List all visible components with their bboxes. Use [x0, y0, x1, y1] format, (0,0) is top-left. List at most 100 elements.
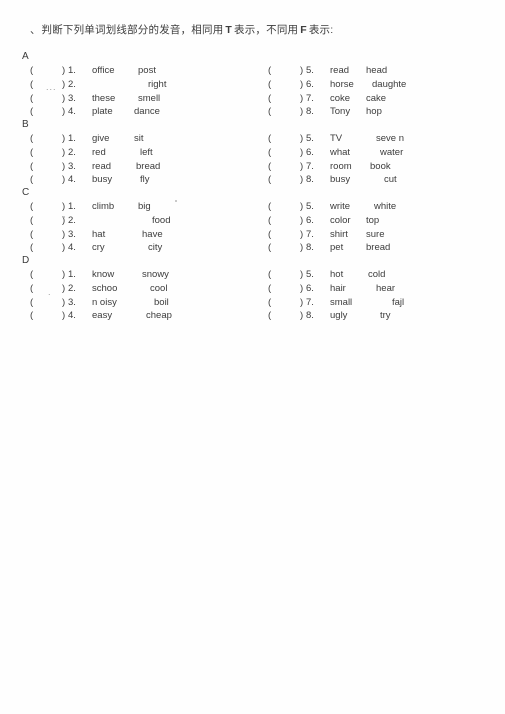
question-number: 6. [306, 214, 314, 226]
paren-open: ( [268, 65, 272, 76]
paren-close: ) [300, 269, 304, 280]
paren-open: ( [268, 201, 272, 212]
paren-open: ( [268, 296, 272, 308]
word-second: book [370, 160, 391, 172]
answer-blank[interactable] [274, 173, 300, 185]
instruction-false-mark: F [300, 24, 307, 36]
question-number: 1. [68, 269, 76, 280]
answer-blank[interactable] [274, 160, 300, 172]
answer-blank[interactable] [36, 105, 62, 117]
paren-close: ) [300, 201, 304, 212]
question-number: 6. [306, 282, 314, 294]
paren-open: ( [30, 282, 34, 294]
paren-close: ) [62, 65, 66, 76]
answer-blank[interactable] [274, 296, 300, 308]
answer-blank[interactable] [36, 241, 62, 253]
paren-open: ( [30, 214, 34, 226]
question-number: 2. [68, 78, 76, 90]
word-second: cake [366, 92, 387, 104]
answer-blank[interactable] [274, 268, 300, 280]
question-number: 4. [68, 242, 76, 254]
instruction-text-before: 判断下列单词划线部分的发音，相同用 [41, 24, 224, 36]
question-number: 2. [68, 146, 76, 158]
word-first: easy [92, 310, 113, 322]
answer-blank[interactable] [274, 241, 300, 253]
answer-blank[interactable] [36, 160, 62, 172]
paren-close: ) [300, 160, 304, 172]
paren-close: ) [300, 92, 304, 104]
paren-close: ) [300, 133, 304, 144]
word-first: horse [330, 78, 354, 90]
answer-blank[interactable] [36, 64, 62, 76]
word-first: Tony [330, 106, 351, 118]
question-number: 2. [68, 282, 76, 294]
word-first: n oisy [92, 296, 117, 308]
paren-open: ( [30, 269, 34, 280]
question-number: 1. [68, 133, 76, 144]
answer-blank[interactable] [36, 309, 62, 321]
word-second: cheap [146, 310, 172, 322]
paren-close: ) [300, 146, 304, 158]
question-number: 5. [306, 133, 314, 144]
paren-open: ( [30, 296, 34, 308]
paren-open: ( [268, 269, 272, 280]
question-number: 6. [306, 146, 314, 158]
answer-blank[interactable] [274, 200, 300, 212]
paren-close: ) [62, 242, 66, 254]
answer-blank[interactable] [36, 214, 62, 226]
question-number: 3. [68, 160, 76, 172]
paren-close: ) [300, 78, 304, 90]
answer-blank[interactable] [274, 282, 300, 294]
answer-blank[interactable] [274, 214, 300, 226]
question-number: 2. [68, 214, 76, 226]
answer-blank[interactable] [36, 132, 62, 144]
word-first: shirt [330, 228, 348, 240]
word-second: water [380, 146, 404, 158]
answer-blank[interactable] [36, 228, 62, 240]
word-second: top [366, 214, 380, 226]
word-first: busy [92, 174, 113, 186]
paren-close: ) [300, 228, 304, 240]
question-number: 5. [306, 201, 314, 212]
section-letter: D [22, 255, 30, 266]
word-second: snowy [142, 269, 169, 280]
paren-open: ( [268, 78, 272, 90]
word-second: cold [368, 269, 386, 280]
answer-blank[interactable] [274, 228, 300, 240]
question-number: 7. [306, 296, 314, 308]
answer-blank[interactable] [274, 132, 300, 144]
paren-open: ( [268, 174, 272, 186]
answer-blank[interactable] [36, 173, 62, 185]
answer-blank[interactable] [36, 200, 62, 212]
word-first: red [92, 146, 106, 158]
instruction-true-mark: T [225, 24, 233, 36]
paren-close: ) [62, 174, 66, 186]
question-number: 4. [68, 310, 76, 322]
answer-blank[interactable] [274, 309, 300, 321]
word-second: white [374, 201, 397, 212]
word-first: busy [330, 174, 351, 186]
instruction-text-mid: 表示，不同用 [234, 24, 299, 36]
answer-blank[interactable] [36, 268, 62, 280]
answer-blank[interactable] [36, 146, 62, 158]
paren-close: ) [62, 296, 66, 308]
word-second: right [148, 78, 167, 90]
paren-close: ) [62, 160, 66, 172]
word-first: give [92, 133, 110, 144]
word-first: climb [92, 201, 115, 212]
paren-close: ) [300, 214, 304, 226]
answer-blank[interactable] [36, 296, 62, 308]
word-second: have [142, 228, 163, 240]
section-letter: B [22, 119, 29, 130]
instruction-line: 、判断下列单词划线部分的发音，相同用 T 表示，不同用 F 表示: [30, 23, 333, 37]
word-first: coke [330, 92, 351, 104]
answer-blank[interactable] [36, 92, 62, 104]
answer-blank[interactable] [274, 105, 300, 117]
word-second: sure [366, 228, 385, 240]
answer-blank[interactable] [274, 64, 300, 76]
word-first: cry [92, 242, 105, 254]
answer-blank[interactable] [274, 78, 300, 90]
answer-blank[interactable] [274, 92, 300, 104]
answer-blank[interactable] [274, 146, 300, 158]
paren-open: ( [268, 106, 272, 118]
